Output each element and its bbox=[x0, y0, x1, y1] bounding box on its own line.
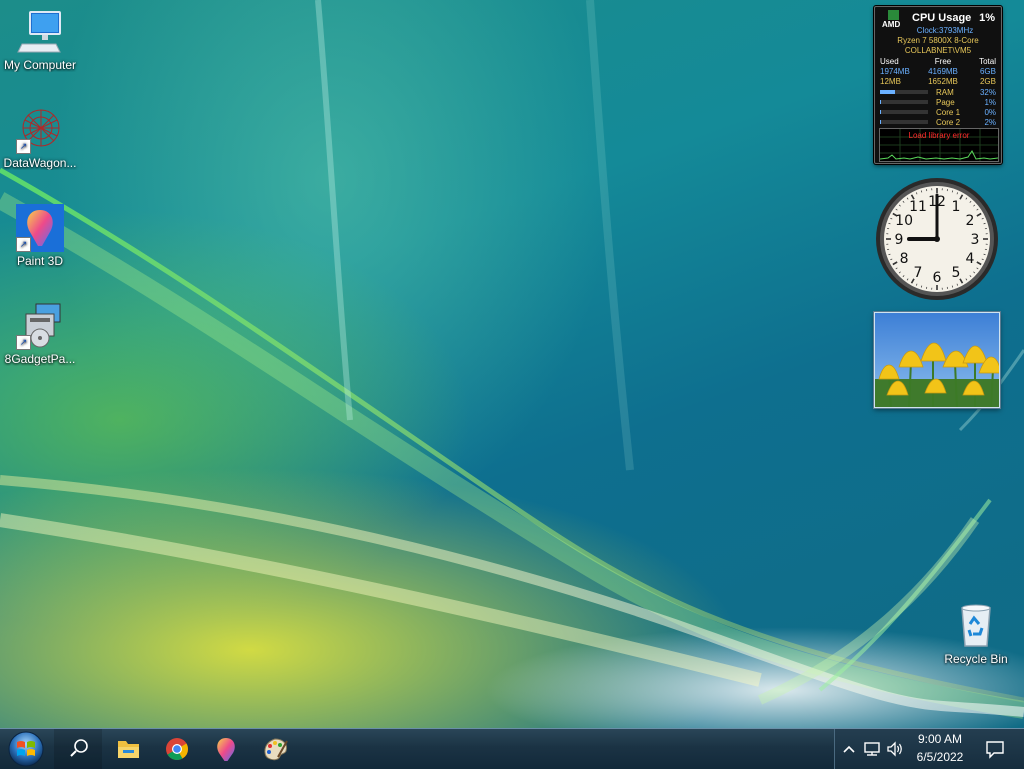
tray-clock-time[interactable]: 9:00 AM bbox=[905, 732, 975, 746]
meter-value: 32% bbox=[974, 88, 996, 97]
meter-label: Page bbox=[932, 98, 974, 107]
meter-label: Core 1 bbox=[932, 108, 974, 117]
meter-fill bbox=[880, 120, 881, 124]
mem-header-free: Free bbox=[920, 57, 966, 67]
mem-header-used: Used bbox=[880, 57, 920, 67]
meter-core-2: Core 2 2% bbox=[880, 117, 996, 127]
mem-header-total: Total bbox=[966, 57, 996, 67]
search-icon bbox=[54, 729, 102, 769]
tray-clock-date[interactable]: 6/5/2022 bbox=[905, 750, 975, 764]
clock-numeral: 8 bbox=[900, 251, 909, 267]
tray-network-button[interactable] bbox=[862, 739, 882, 759]
installer-icon: ↗ bbox=[16, 302, 64, 350]
desktop-icon-8gadgetpack[interactable]: ↗ 8GadgetPa... bbox=[0, 302, 80, 366]
volume-icon bbox=[885, 739, 905, 759]
action-center-button[interactable] bbox=[983, 737, 1007, 761]
clock-numeral: 7 bbox=[914, 265, 923, 281]
desktop-icon-my-computer[interactable]: My Computer bbox=[0, 8, 80, 72]
mem-page-free: 1652MB bbox=[920, 77, 966, 87]
datawagon-icon: ↗ bbox=[16, 106, 64, 154]
cpu-total-percent: 1% bbox=[979, 12, 995, 24]
meter-value: 0% bbox=[974, 108, 996, 117]
cpu-gadget-title: CPU Usage bbox=[912, 12, 971, 24]
meter-fill bbox=[880, 110, 881, 114]
amd-logo-icon bbox=[888, 10, 899, 20]
notification-icon bbox=[983, 737, 1007, 761]
meter-list: RAM 32% Page 1% Core 1 0% Core 2 2% bbox=[880, 87, 996, 127]
memory-table: Used Free Total 1974MB 4169MB 6GB 12MB 1… bbox=[880, 57, 996, 87]
tray-volume-button[interactable] bbox=[885, 739, 905, 759]
clock-numeral: 2 bbox=[965, 213, 974, 229]
clock-numeral: 3 bbox=[971, 232, 980, 248]
network-icon bbox=[862, 739, 882, 759]
meter-ram: RAM 32% bbox=[880, 87, 996, 97]
cpu-brand: AMD bbox=[882, 20, 900, 29]
folder-icon bbox=[106, 733, 150, 765]
desktop-icon-recycle-bin[interactable]: Recycle Bin bbox=[936, 602, 1016, 666]
cpu-host: COLLABNET\VM5 bbox=[880, 46, 996, 56]
mem-page-used: 12MB bbox=[880, 77, 920, 87]
meter-track bbox=[880, 100, 928, 104]
search-button[interactable] bbox=[54, 729, 102, 769]
cpu-history-graph: Load library error bbox=[879, 128, 999, 162]
cpu-usage-gadget[interactable]: AMD CPU Usage 1% Clock:3793MHz Ryzen 7 5… bbox=[874, 6, 1002, 164]
paint3d-icon bbox=[204, 733, 248, 765]
taskbar: 9:00 AM 6/5/2022 bbox=[0, 728, 1024, 769]
meter-core-1: Core 1 0% bbox=[880, 107, 996, 117]
desktop-icon-label: Recycle Bin bbox=[936, 652, 1016, 666]
slideshow-gadget[interactable] bbox=[874, 312, 1000, 408]
desktop-icon-datawagon[interactable]: ↗ DataWagon... bbox=[0, 106, 80, 170]
taskbar-app-chrome[interactable] bbox=[155, 733, 199, 765]
clock-numeral: 10 bbox=[895, 213, 913, 229]
meter-page: Page 1% bbox=[880, 97, 996, 107]
clock-gadget[interactable]: 123456789101112 bbox=[874, 176, 1000, 302]
meter-fill bbox=[880, 100, 881, 104]
cpu-model: Ryzen 7 5800X 8-Core bbox=[880, 36, 996, 46]
chrome-icon bbox=[155, 733, 199, 765]
desktop-icon-paint3d[interactable]: ↗ Paint 3D bbox=[0, 204, 80, 268]
mem-ram-free: 4169MB bbox=[920, 67, 966, 77]
meter-track bbox=[880, 110, 928, 114]
meter-label: Core 2 bbox=[932, 118, 974, 127]
mem-ram-used: 1974MB bbox=[880, 67, 920, 77]
tray-overflow-button[interactable] bbox=[839, 739, 859, 759]
meter-fill bbox=[880, 90, 895, 94]
desktop[interactable]: My Computer ↗ DataWagon... bbox=[0, 0, 1024, 728]
clock-numeral: 1 bbox=[952, 199, 961, 215]
clock-numeral: 9 bbox=[895, 232, 904, 248]
meter-value: 2% bbox=[974, 118, 996, 127]
taskbar-app-file-explorer[interactable] bbox=[106, 733, 150, 765]
desktop-icon-label: Paint 3D bbox=[0, 254, 80, 268]
palette-icon bbox=[253, 733, 297, 765]
meter-value: 1% bbox=[974, 98, 996, 107]
meter-label: RAM bbox=[932, 88, 974, 97]
desktop-icon-label: DataWagon... bbox=[0, 156, 80, 170]
clock-numeral: 5 bbox=[952, 265, 961, 281]
system-tray: 9:00 AM 6/5/2022 bbox=[834, 729, 1024, 769]
desktop-icon-label: 8GadgetPa... bbox=[0, 352, 80, 366]
clock-numeral: 11 bbox=[909, 199, 927, 215]
computer-icon bbox=[16, 8, 64, 56]
wallpaper-streaks bbox=[0, 0, 1024, 728]
clock-face: 123456789101112 bbox=[874, 176, 1000, 302]
shortcut-arrow-icon: ↗ bbox=[16, 237, 31, 252]
paint3d-icon: ↗ bbox=[16, 204, 64, 252]
shortcut-arrow-icon: ↗ bbox=[16, 139, 31, 154]
graph-error-text: Load library error bbox=[880, 131, 998, 140]
yellow-tulips-photo bbox=[875, 313, 1000, 408]
meter-track bbox=[880, 90, 928, 94]
chevron-up-icon bbox=[839, 739, 859, 759]
meter-track bbox=[880, 120, 928, 124]
recycle-bin-icon bbox=[952, 602, 1000, 650]
shortcut-arrow-icon: ↗ bbox=[16, 335, 31, 350]
start-button[interactable] bbox=[2, 729, 54, 769]
taskbar-app-paint3d[interactable] bbox=[204, 733, 248, 765]
taskbar-app-paint[interactable] bbox=[253, 733, 297, 765]
clock-numeral: 6 bbox=[933, 270, 942, 286]
windows-orb-icon bbox=[2, 729, 54, 769]
clock-numeral: 4 bbox=[965, 251, 974, 267]
mem-ram-total: 6GB bbox=[966, 67, 996, 77]
desktop-icon-label: My Computer bbox=[0, 58, 80, 72]
mem-page-total: 2GB bbox=[966, 77, 996, 87]
